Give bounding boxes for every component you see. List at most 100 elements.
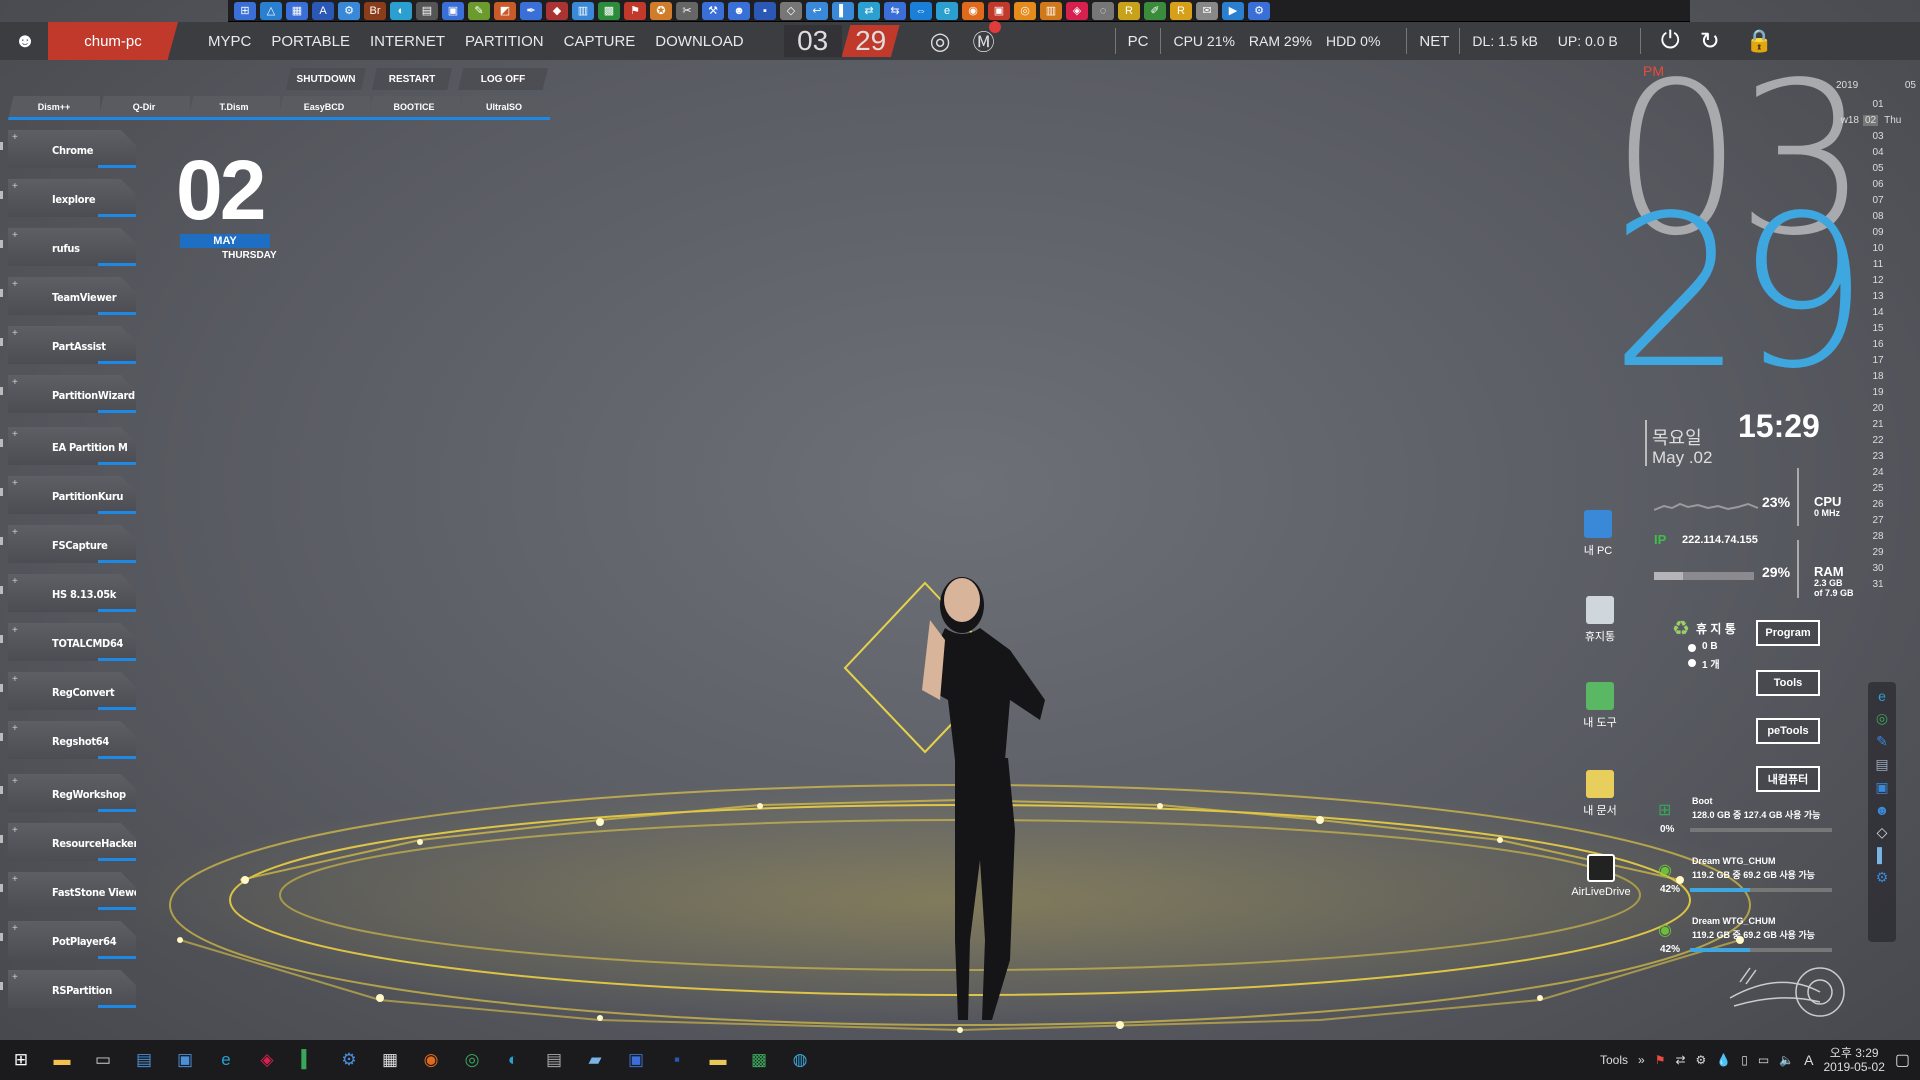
desktop-icon-airlivedrive[interactable]: AirLiveDrive bbox=[1564, 854, 1638, 898]
launcher-partitionkuru[interactable]: + PartitionKuru bbox=[8, 476, 136, 514]
cmd-icon[interactable]: ▭ bbox=[86, 1043, 120, 1077]
chrome-icon[interactable]: ◎ bbox=[930, 27, 951, 56]
tray-clock[interactable]: 오후 3:29 2019-05-02 bbox=[1823, 1046, 1884, 1075]
pen-icon[interactable]: ✎ bbox=[1876, 733, 1888, 750]
tray-flag-icon[interactable]: ⚑ bbox=[1655, 1053, 1666, 1067]
drive-item[interactable]: ◉ Dream WTG_CHUM 119.2 GB 중 69.2 GB 사용 가능 4… bbox=[1656, 856, 1856, 906]
mail-badge-icon[interactable]: Ⓜ bbox=[973, 21, 1001, 57]
tab-bootice[interactable]: BOOTICE bbox=[368, 96, 460, 120]
tag-icon[interactable]: ◆ bbox=[546, 1, 568, 20]
ie-icon[interactable]: e bbox=[1878, 688, 1886, 704]
network-icon[interactable]: ⚙ bbox=[1876, 869, 1889, 886]
net-grey-icon[interactable]: ◌ bbox=[1092, 1, 1114, 20]
settings-icon[interactable]: ⚙ bbox=[1248, 1, 1270, 20]
swap-icon[interactable]: ⇄ bbox=[858, 1, 880, 20]
launcher-totalcmd64[interactable]: + TOTALCMD64 bbox=[8, 623, 136, 661]
windows-icon[interactable]: ▣ bbox=[619, 1043, 653, 1077]
teamviewer-icon[interactable]: ⇔ bbox=[910, 1, 932, 20]
hostname-label[interactable]: chum-pc bbox=[48, 22, 178, 60]
diamond-icon[interactable]: ◇ bbox=[780, 1, 802, 20]
document-icon[interactable]: ▤ bbox=[1875, 756, 1888, 773]
tray-gear-icon[interactable]: ⚙ bbox=[1696, 1053, 1707, 1067]
tray-ime-icon[interactable]: A bbox=[1804, 1052, 1813, 1068]
pen-green-icon[interactable]: ✐ bbox=[1144, 1, 1166, 20]
tab-qdir[interactable]: Q-Dir bbox=[98, 96, 190, 120]
start-icon[interactable]: ⊞ bbox=[4, 1043, 38, 1077]
diamond-icon[interactable]: ◇ bbox=[1877, 824, 1888, 841]
printer-icon[interactable]: ▤ bbox=[416, 1, 438, 20]
gear-orange-icon[interactable]: ✪ bbox=[650, 1, 672, 20]
desktop-icon-mypc[interactable]: 내 PC bbox=[1568, 510, 1628, 558]
app-logo-icon[interactable]: ☻ bbox=[10, 26, 40, 56]
arrow-icon[interactable]: ↩ bbox=[806, 1, 828, 20]
drive-icon[interactable]: △ bbox=[260, 1, 282, 20]
memory-icon[interactable]: ▥ bbox=[1040, 1, 1062, 20]
desktop-icon-mytools[interactable]: 내 도구 bbox=[1570, 682, 1630, 730]
launcher-fscapture[interactable]: + FSCapture bbox=[8, 525, 136, 563]
tools-button[interactable]: Tools bbox=[1756, 670, 1820, 696]
tab-tdism[interactable]: T.Dism bbox=[188, 96, 280, 120]
menu-portable[interactable]: PORTABLE bbox=[271, 33, 350, 50]
users-icon[interactable]: ☻ bbox=[728, 1, 750, 20]
folder-net-icon[interactable]: ▥ bbox=[572, 1, 594, 20]
launcher-regshot64[interactable]: + Regshot64 bbox=[8, 721, 136, 759]
tab-dism[interactable]: Dism++ bbox=[8, 96, 100, 120]
note-icon[interactable]: ✉ bbox=[1196, 1, 1218, 20]
users-icon[interactable]: ☻ bbox=[1875, 802, 1890, 818]
app-red-icon[interactable]: ◈ bbox=[250, 1043, 284, 1077]
notification-icon[interactable]: ▢ bbox=[1895, 1050, 1910, 1070]
drive-item[interactable]: ⊞ Boot 128.0 GB 중 127.4 GB 사용 가능 0% bbox=[1656, 796, 1856, 846]
menu-mypc[interactable]: MYPC bbox=[208, 33, 251, 50]
green-blue-icon[interactable]: ▍ bbox=[291, 1043, 325, 1077]
remote-icon[interactable]: ⇆ bbox=[884, 1, 906, 20]
wrench-icon[interactable]: ✂ bbox=[676, 1, 698, 20]
monitor-icon[interactable]: ▣ bbox=[1875, 779, 1888, 796]
menu-capture[interactable]: CAPTURE bbox=[564, 33, 636, 50]
tab-ultraiso[interactable]: UltraISO bbox=[458, 96, 550, 120]
chrome-icon[interactable]: ◎ bbox=[1876, 710, 1888, 727]
font-a-icon[interactable]: A bbox=[312, 1, 334, 20]
recycle-bin-icon[interactable]: ♻ bbox=[1672, 616, 1690, 641]
floppy-icon[interactable]: ▪ bbox=[660, 1043, 694, 1077]
floppy-icon[interactable]: ▪ bbox=[754, 1, 776, 20]
launcher-partitionwizard[interactable]: + PartitionWizard bbox=[8, 375, 136, 413]
menu-partition[interactable]: PARTITION bbox=[465, 33, 544, 50]
paint-icon[interactable]: ✎ bbox=[468, 1, 490, 20]
launcher-regworkshop[interactable]: + RegWorkshop bbox=[8, 774, 136, 812]
menu-download[interactable]: DOWNLOAD bbox=[655, 33, 743, 50]
launcher-regconvert[interactable]: + RegConvert bbox=[8, 672, 136, 710]
launcher-rufus[interactable]: + rufus bbox=[8, 228, 136, 266]
drive-item[interactable]: ◉ Dream WTG_CHUM 119.2 GB 중 69.2 GB 사용 가능 4… bbox=[1656, 916, 1856, 966]
tool-green-icon[interactable]: ▩ bbox=[742, 1043, 776, 1077]
r2-icon[interactable]: R bbox=[1170, 1, 1192, 20]
device-icon[interactable]: ▤ bbox=[127, 1043, 161, 1077]
launcher-hs-8-13-05k[interactable]: + HS 8.13.05k bbox=[8, 574, 136, 612]
monitor-tool-icon[interactable]: ▣ bbox=[168, 1043, 202, 1077]
r-icon[interactable]: R bbox=[1118, 1, 1140, 20]
program-button[interactable]: Program bbox=[1756, 620, 1820, 646]
panel-icon[interactable]: ▦ bbox=[373, 1043, 407, 1077]
launcher-iexplore[interactable]: + Iexplore bbox=[8, 179, 136, 217]
launcher-rspartition[interactable]: + RSPartition bbox=[8, 970, 136, 1008]
pen-icon[interactable]: ✒ bbox=[520, 1, 542, 20]
menu-internet[interactable]: INTERNET bbox=[370, 33, 445, 50]
windows-flag-icon[interactable]: ⊞ bbox=[234, 1, 256, 20]
grid-icon[interactable]: ▦ bbox=[286, 1, 308, 20]
book-icon[interactable]: ▌ bbox=[832, 1, 854, 20]
firefox-icon[interactable]: ◉ bbox=[414, 1043, 448, 1077]
tray-drop-icon[interactable]: 💧 bbox=[1716, 1053, 1731, 1067]
network-globe-icon[interactable]: ◍ bbox=[783, 1043, 817, 1077]
tray-net-icon[interactable]: ⇄ bbox=[1675, 1053, 1685, 1067]
settings-box-icon[interactable]: ⚙ bbox=[332, 1043, 366, 1077]
tools-toolbar-label[interactable]: Tools bbox=[1600, 1053, 1628, 1067]
mycomputer-button[interactable]: 내컴퓨터 bbox=[1756, 766, 1820, 792]
book-icon[interactable]: ▰ bbox=[578, 1043, 612, 1077]
firefox-icon[interactable]: ◉ bbox=[962, 1, 984, 20]
printer-icon[interactable]: ▤ bbox=[537, 1043, 571, 1077]
play-icon[interactable]: ▶ bbox=[1222, 1, 1244, 20]
tray-battery-icon[interactable]: ▯ bbox=[1741, 1053, 1748, 1067]
reader-icon[interactable]: ▣ bbox=[988, 1, 1010, 20]
disk-icon[interactable]: ◐ bbox=[390, 1, 412, 20]
chrome-alt-icon[interactable]: ◎ bbox=[1014, 1, 1036, 20]
teal-disk-icon[interactable]: ◐ bbox=[496, 1043, 530, 1077]
